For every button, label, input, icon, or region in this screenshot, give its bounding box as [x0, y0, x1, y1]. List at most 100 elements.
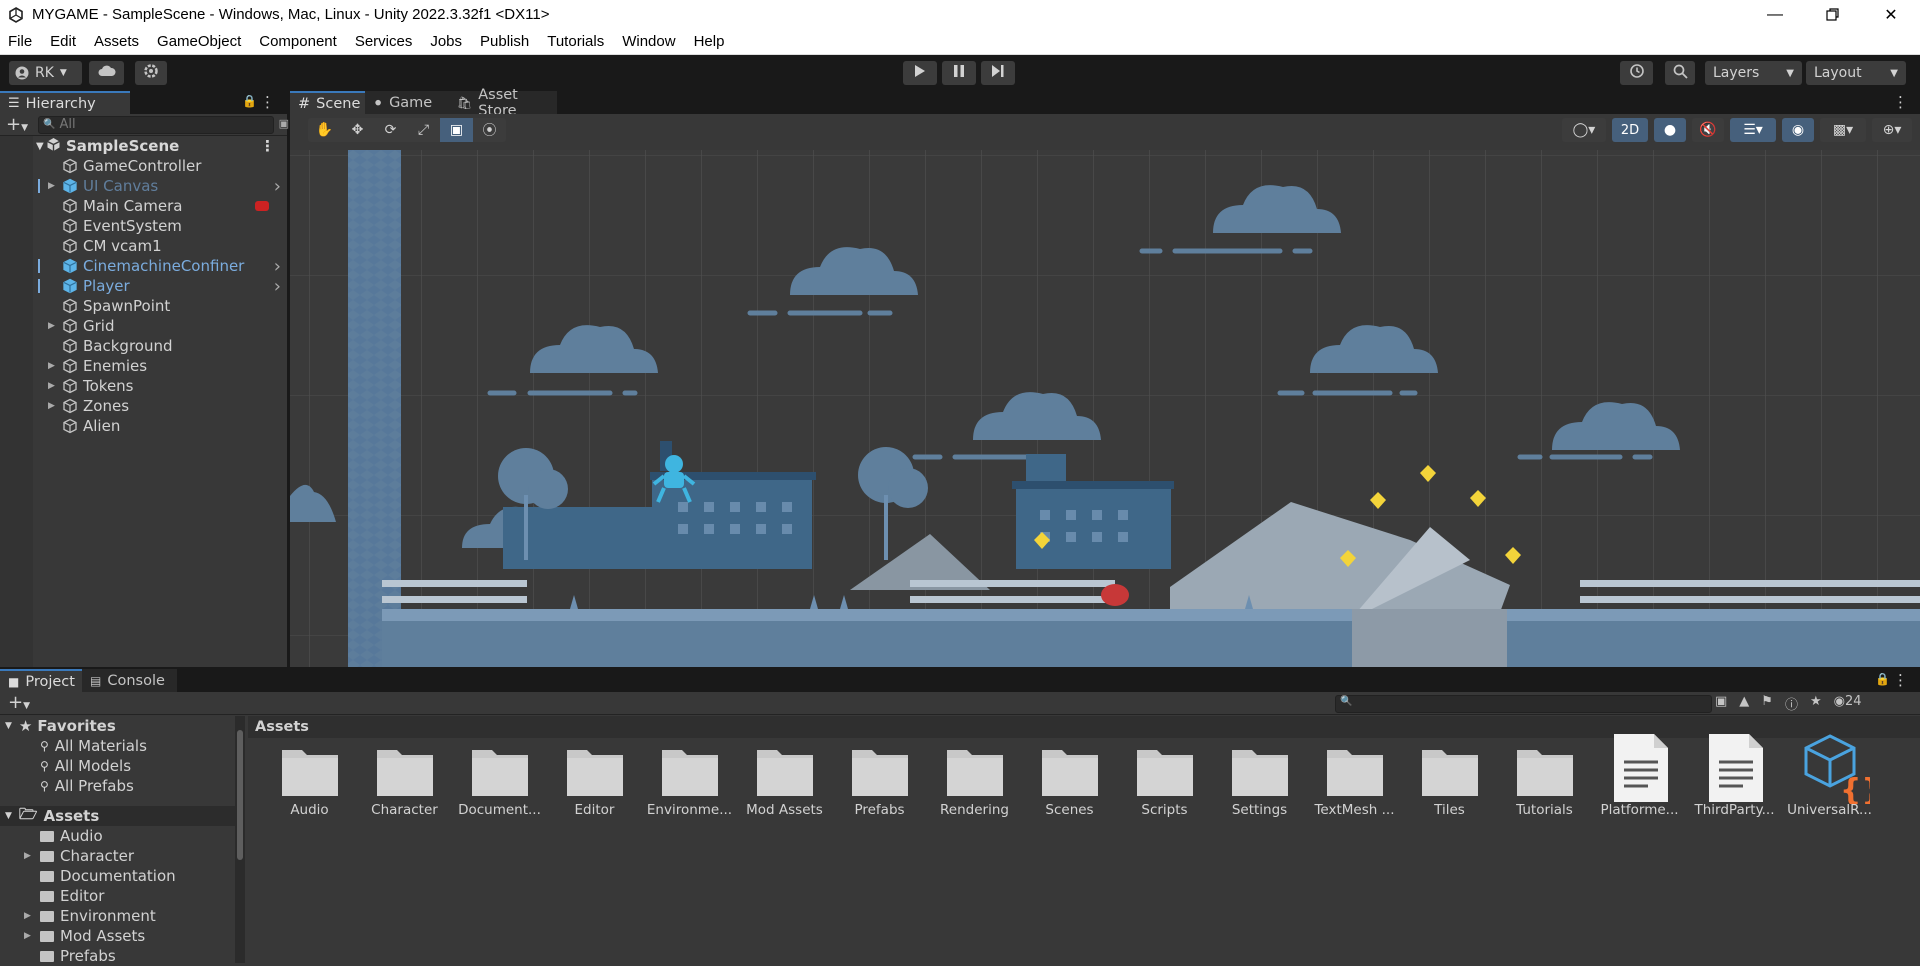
expand-arrow-icon[interactable]: ▶	[48, 321, 55, 331]
warning-filter-icon[interactable]: ⓘ	[1785, 694, 1798, 713]
camera-dropdown[interactable]: ▩▾	[1820, 118, 1866, 142]
asset-folder-tree-item[interactable]: ▶ Mod Assets	[0, 926, 235, 946]
tab-project[interactable]: ■ Project	[0, 669, 82, 692]
tab-console[interactable]: ▤ Console	[82, 669, 177, 692]
project-search-field[interactable]: 🔍	[1335, 695, 1712, 713]
collab-button[interactable]	[135, 61, 167, 85]
asset-folder[interactable]: Editor	[547, 744, 642, 818]
asset-document[interactable]: Platforme...	[1592, 734, 1687, 818]
enemy-slime-sprite[interactable]	[1101, 584, 1129, 606]
hierarchy-item[interactable]: ▶ Tokens	[0, 376, 287, 396]
minimize-button[interactable]: —	[1746, 0, 1804, 29]
label-tag-icon[interactable]: ⚑	[1761, 694, 1773, 713]
hand-tool-button[interactable]: ✋	[308, 118, 341, 142]
menu-help[interactable]: Help	[694, 33, 734, 50]
asset-folder[interactable]: TextMesh ...	[1307, 744, 1402, 818]
cloud-button[interactable]	[89, 61, 124, 85]
menu-tutorials[interactable]: Tutorials	[547, 33, 613, 50]
expand-arrow-icon[interactable]: ▶	[24, 911, 40, 921]
menu-publish[interactable]: Publish	[480, 33, 538, 50]
lock-icon[interactable]: 🔒	[242, 94, 257, 108]
undo-history-button[interactable]	[1620, 61, 1653, 85]
hierarchy-search-field[interactable]: 🔍 All ▣	[38, 115, 289, 134]
asset-folder[interactable]: Prefabs	[832, 744, 927, 818]
menu-window[interactable]: Window	[622, 33, 684, 50]
kebab-menu-icon[interactable]: ⋮	[1893, 671, 1908, 689]
asset-folder-tree-item[interactable]: Audio	[0, 826, 235, 846]
kebab-menu-icon[interactable]: ⋮	[1893, 93, 1908, 111]
search-by-type-icon[interactable]: ▣	[279, 117, 289, 130]
gizmos-dropdown[interactable]: ⊕▾	[1872, 118, 1912, 142]
menu-services[interactable]: Services	[355, 33, 422, 50]
asset-document[interactable]: ThirdParty...	[1687, 734, 1782, 818]
layers-dropdown[interactable]: Layers ▼	[1705, 61, 1802, 85]
hierarchy-item[interactable]: GameController	[0, 156, 287, 176]
chevron-right-icon[interactable]: ›	[274, 176, 281, 197]
layout-dropdown[interactable]: Layout ▼	[1806, 61, 1906, 85]
asset-folder-tree-item[interactable]: Prefabs	[0, 946, 235, 966]
menu-component[interactable]: Component	[259, 33, 346, 50]
favorite-all-materials[interactable]: ⚲ All Materials	[0, 736, 235, 756]
lighting-toggle-button[interactable]: ●	[1654, 118, 1686, 142]
scene-root-row[interactable]: ▼ SampleScene ⋮	[0, 136, 287, 156]
expand-arrow-icon[interactable]: ▶	[48, 361, 55, 371]
lock-icon[interactable]: 🔒	[1875, 672, 1890, 686]
hierarchy-item[interactable]: CM vcam1	[0, 236, 287, 256]
scene-visibility-button[interactable]: ◉	[1782, 118, 1814, 142]
hierarchy-item[interactable]: SpawnPoint	[0, 296, 287, 316]
draw-mode-dropdown[interactable]: ◯▾	[1562, 118, 1606, 142]
expand-arrow-icon[interactable]: ▶	[48, 181, 55, 191]
chevron-right-icon[interactable]: ›	[274, 256, 281, 277]
rotate-tool-button[interactable]: ⟳	[374, 118, 407, 142]
tab-scene[interactable]: # Scene	[290, 91, 365, 114]
asset-folder[interactable]: Audio	[262, 744, 357, 818]
search-button[interactable]	[1665, 61, 1695, 85]
account-dropdown[interactable]: RK ▼	[9, 61, 82, 85]
asset-folder-tree-item[interactable]: ▶ Character	[0, 846, 235, 866]
hierarchy-item[interactable]: Alien	[0, 416, 287, 436]
asset-folder[interactable]: Scripts	[1117, 744, 1212, 818]
transform-tool-button[interactable]: ⦿	[473, 118, 506, 142]
asset-folder[interactable]: Scenes	[1022, 744, 1117, 818]
effects-dropdown[interactable]: ☰▾	[1730, 118, 1776, 142]
assets-root-row[interactable]: ▼ 🗁 Assets	[0, 805, 235, 826]
kebab-menu-icon[interactable]: ⋮	[260, 93, 275, 111]
tab-hierarchy[interactable]: ☰ Hierarchy	[0, 91, 130, 114]
expand-arrow-icon[interactable]: ▶	[24, 931, 40, 941]
add-icon[interactable]: +▼	[8, 692, 30, 713]
close-window-button[interactable]: ✕	[1862, 0, 1920, 29]
asset-package[interactable]: {}UniversalR...	[1782, 734, 1882, 818]
hidden-packages-icon[interactable]: ◉24	[1834, 694, 1862, 713]
tab-asset-store[interactable]: 🛍 Asset Store	[449, 87, 557, 119]
hierarchy-item[interactable]: EventSystem	[0, 216, 287, 236]
hierarchy-item[interactable]: Main Camera	[0, 196, 287, 216]
audio-toggle-button[interactable]: 🔇	[1692, 118, 1724, 142]
asset-folder-tree-item[interactable]: ▶ Environment	[0, 906, 235, 926]
hierarchy-item[interactable]: › Player	[0, 276, 287, 297]
hierarchy-item[interactable]: ▶ Grid	[0, 316, 287, 336]
tree-scrollbar[interactable]	[235, 716, 245, 963]
hierarchy-item[interactable]: ▶ Zones	[0, 396, 287, 416]
move-tool-button[interactable]: ✥	[341, 118, 374, 142]
chevron-right-icon[interactable]: ›	[274, 276, 281, 297]
asset-folder[interactable]: Mod Assets	[737, 744, 832, 818]
favorite-all-prefabs[interactable]: ⚲ All Prefabs	[0, 776, 235, 796]
scene-viewport[interactable]	[290, 150, 1920, 667]
hierarchy-item[interactable]: › ▶ UI Canvas	[0, 176, 287, 197]
favorite-all-models[interactable]: ⚲ All Models	[0, 756, 235, 776]
add-icon[interactable]: +▼	[6, 114, 28, 135]
filter-type-icon[interactable]: ▲	[1739, 694, 1749, 713]
menu-jobs[interactable]: Jobs	[430, 33, 471, 50]
tab-game[interactable]: ⚫ Game	[365, 91, 449, 114]
step-button[interactable]	[981, 61, 1015, 85]
expand-arrow-icon[interactable]: ▶	[24, 851, 40, 861]
asset-folder-tree-item[interactable]: Documentation	[0, 866, 235, 886]
scale-tool-button[interactable]: ⤢	[407, 118, 440, 142]
star-icon[interactable]: ★	[1810, 694, 1822, 713]
favorites-header[interactable]: ▼ ★ Favorites	[0, 716, 235, 736]
search-window-icon[interactable]: ▣	[1715, 694, 1727, 713]
asset-folder[interactable]: Settings	[1212, 744, 1307, 818]
menu-file[interactable]: File	[8, 33, 41, 50]
asset-folder[interactable]: Character	[357, 744, 452, 818]
scene-view-canvas[interactable]	[290, 150, 1920, 667]
